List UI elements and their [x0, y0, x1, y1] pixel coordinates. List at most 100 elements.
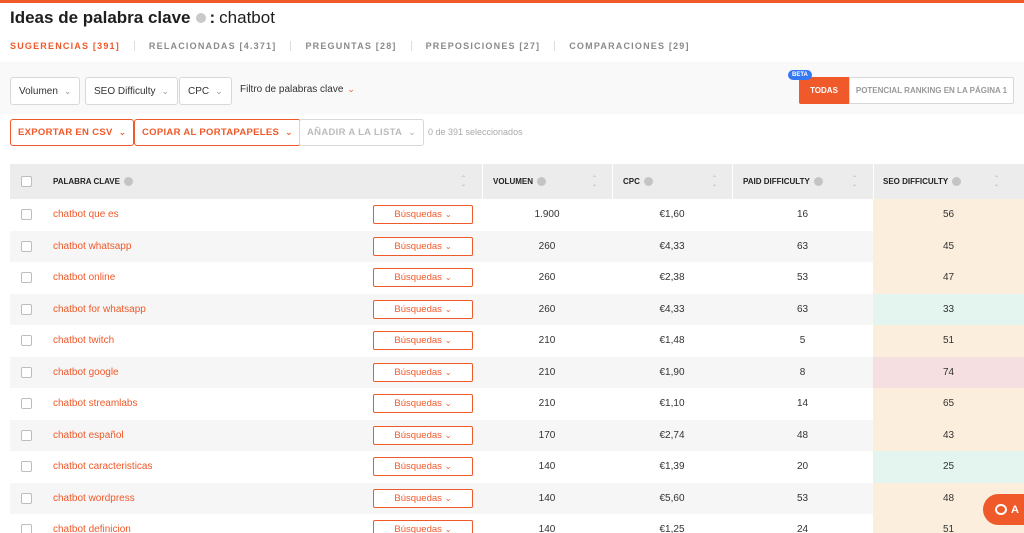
- table-row: chatbot que es Búsquedas ⌄ 1.900 €1,60 16 56: [10, 199, 1024, 231]
- row-select-cell: [21, 262, 32, 294]
- keyword-link[interactable]: chatbot streamlabs: [53, 388, 138, 420]
- keyword-filter-dropdown[interactable]: Filtro de palabras clave ⌄: [240, 84, 355, 95]
- add-to-list-label: AÑADIR A LA LISTA: [307, 127, 403, 138]
- column-header-keyword[interactable]: PALABRA CLAVE: [53, 164, 133, 199]
- column-header-volume[interactable]: VOLUMEN: [493, 164, 546, 199]
- searches-dropdown-button[interactable]: Búsquedas ⌄: [373, 520, 473, 533]
- searches-dropdown-label: Búsquedas: [394, 492, 442, 504]
- sort-icon[interactable]: ⌃ ⌄: [712, 164, 717, 199]
- title-separator: :: [209, 8, 216, 27]
- segment-potential-ranking-button[interactable]: POTENCIAL RANKING EN LA PÁGINA 1: [849, 77, 1014, 104]
- row-checkbox[interactable]: [21, 272, 32, 284]
- tab-preguntas[interactable]: PREGUNTAS [28]: [290, 41, 410, 51]
- searches-dropdown-button[interactable]: Búsquedas ⌄: [373, 268, 473, 287]
- chat-widget-button[interactable]: A: [983, 494, 1024, 525]
- export-csv-label: EXPORTAR EN CSV: [18, 127, 113, 138]
- searches-dropdown-label: Búsquedas: [394, 303, 442, 315]
- volumen-filter-label: Volumen: [19, 85, 58, 97]
- searches-dropdown-label: Búsquedas: [394, 209, 442, 220]
- volumen-filter-dropdown[interactable]: Volumen ⌄: [10, 77, 81, 105]
- tab-comparaciones[interactable]: COMPARACIONES [29]: [554, 41, 703, 51]
- paid-difficulty-cell: 63: [796, 303, 809, 315]
- sort-icon[interactable]: ⌃ ⌄: [592, 164, 597, 199]
- table-row: chatbot online Búsquedas ⌄ 260 €2,38 53 47: [10, 262, 1024, 294]
- searches-dropdown-button[interactable]: Búsquedas ⌄: [373, 488, 473, 508]
- chevron-down-icon: ⌄: [118, 127, 127, 137]
- sort-icon[interactable]: ⌃ ⌄: [994, 164, 999, 199]
- row-checkbox[interactable]: [21, 524, 32, 533]
- page-title-text: Ideas de palabra clave: [10, 8, 191, 27]
- column-header-paid-difficulty[interactable]: PAID DIFFICULTY: [743, 164, 823, 199]
- add-to-list-button[interactable]: AÑADIR A LA LISTA ⌄: [299, 119, 425, 146]
- column-header-seo-difficulty[interactable]: SEO DIFFICULTY: [883, 164, 962, 199]
- row-checkbox[interactable]: [21, 492, 32, 504]
- paid-difficulty-cell: 5: [799, 335, 806, 347]
- tab-relacionadas[interactable]: RELACIONADAS [4.371]: [133, 41, 291, 51]
- chevron-down-icon: ⌄: [444, 493, 452, 503]
- keyword-link[interactable]: chatbot definicion: [53, 514, 131, 533]
- table-row: chatbot google Búsquedas ⌄ 210 €1,90 8 74: [10, 356, 1024, 389]
- chevron-down-icon: ⌄: [444, 304, 452, 314]
- keyword-link[interactable]: chatbot twitch: [53, 325, 114, 357]
- info-icon[interactable]: [952, 177, 962, 186]
- sort-icon[interactable]: ⌃ ⌄: [852, 164, 857, 199]
- searches-dropdown-button[interactable]: Búsquedas ⌄: [373, 362, 473, 382]
- row-checkbox[interactable]: [21, 429, 32, 441]
- row-checkbox[interactable]: [21, 240, 32, 252]
- tab-sugerencias[interactable]: SUGERENCIAS [391]: [10, 41, 134, 51]
- searches-dropdown-button[interactable]: Búsquedas ⌄: [373, 394, 473, 413]
- paid-difficulty-cell: 20: [796, 461, 809, 473]
- beta-badge: BETA: [788, 70, 812, 80]
- row-checkbox[interactable]: [21, 209, 32, 221]
- info-icon[interactable]: [123, 177, 133, 186]
- volume-cell: 1.900: [534, 209, 560, 221]
- column-header-cpc[interactable]: CPC: [623, 164, 653, 199]
- sort-icon[interactable]: ⌃ ⌄: [461, 164, 466, 199]
- keyword-link[interactable]: chatbot for whatsapp: [53, 294, 146, 326]
- seo-difficulty-cell: 47: [873, 262, 1024, 294]
- info-icon[interactable]: [195, 13, 206, 23]
- info-icon[interactable]: [813, 177, 823, 186]
- row-checkbox[interactable]: [21, 366, 32, 378]
- cpc-cell: €4,33: [659, 240, 685, 252]
- tab-preposiciones[interactable]: PREPOSICIONES [27]: [410, 41, 555, 51]
- chevron-down-icon: ⌄: [444, 399, 452, 408]
- export-csv-button[interactable]: EXPORTAR EN CSV ⌄: [10, 119, 135, 146]
- seo-difficulty-cell: 56: [873, 199, 1024, 231]
- cpc-cell: €1,39: [659, 461, 685, 473]
- row-checkbox[interactable]: [21, 303, 32, 315]
- info-icon[interactable]: [537, 177, 546, 186]
- segment-all-button[interactable]: TODAS: [799, 77, 849, 104]
- keyword-filter-label: Filtro de palabras clave: [240, 84, 344, 95]
- searches-dropdown-label: Búsquedas: [394, 429, 442, 441]
- keyword-link[interactable]: chatbot caracteristicas: [53, 451, 153, 483]
- searches-dropdown-button[interactable]: Búsquedas ⌄: [373, 425, 473, 445]
- select-all-checkbox[interactable]: [21, 176, 32, 187]
- row-select-cell: [21, 357, 32, 389]
- volume-cell: 260: [538, 272, 556, 284]
- cpc-filter-label: CPC: [188, 85, 210, 97]
- searches-dropdown-button[interactable]: Búsquedas ⌄: [373, 205, 473, 224]
- cpc-cell: €1,25: [659, 524, 685, 533]
- searches-dropdown-button[interactable]: Búsquedas ⌄: [373, 457, 473, 476]
- searches-dropdown-button[interactable]: Búsquedas ⌄: [373, 299, 473, 319]
- seo-difficulty-filter-dropdown[interactable]: SEO Difficulty ⌄: [85, 77, 179, 105]
- keyword-link[interactable]: chatbot wordpress: [53, 483, 135, 515]
- keyword-link[interactable]: chatbot google: [53, 357, 119, 389]
- keyword-link[interactable]: chatbot que es: [53, 199, 119, 231]
- searches-dropdown-button[interactable]: Búsquedas ⌄: [373, 331, 473, 350]
- searches-dropdown-label: Búsquedas: [394, 272, 442, 283]
- keyword-link[interactable]: chatbot whatsapp: [53, 231, 131, 263]
- info-icon[interactable]: [643, 177, 653, 186]
- keyword-link[interactable]: chatbot online: [53, 262, 115, 294]
- row-checkbox[interactable]: [21, 398, 32, 410]
- keyword-link[interactable]: chatbot español: [53, 420, 124, 452]
- copy-clipboard-button[interactable]: COPIAR AL PORTAPAPELES ⌄: [134, 119, 301, 146]
- searches-dropdown-button[interactable]: Búsquedas ⌄: [373, 236, 473, 256]
- cpc-filter-dropdown[interactable]: CPC ⌄: [179, 77, 232, 105]
- column-divider: [732, 164, 733, 199]
- volume-cell: 210: [538, 366, 556, 378]
- chevron-down-icon: ⌄: [444, 273, 452, 282]
- row-checkbox[interactable]: [21, 335, 32, 347]
- row-checkbox[interactable]: [21, 461, 32, 473]
